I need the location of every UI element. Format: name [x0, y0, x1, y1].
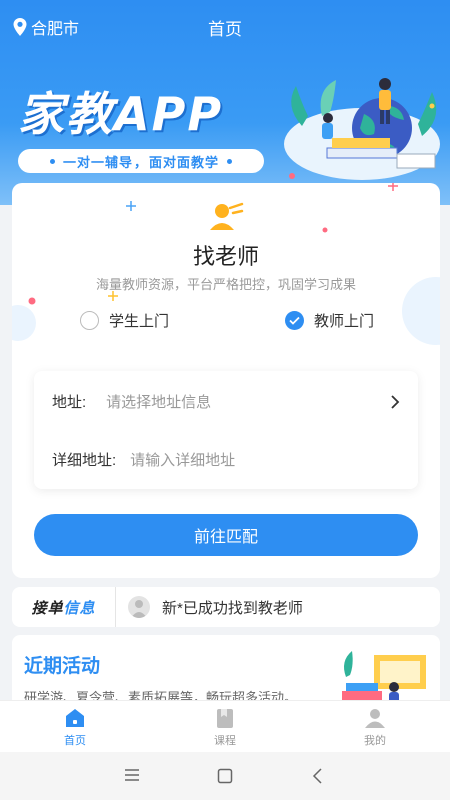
detail-address-row: 详细地址: 请输入详细地址	[52, 449, 400, 470]
avatar	[128, 596, 150, 618]
tab-mine[interactable]: 我的	[300, 707, 450, 748]
ticker-text: 新*已成功找到教老师	[162, 599, 303, 617]
detail-address-input[interactable]: 请输入详细地址	[130, 449, 235, 470]
slogan-dot	[227, 158, 233, 164]
find-teacher-card: 找老师 海量教师资源，平台严格把控，巩固学习成果 学生上门 教师上门 地址: 请…	[12, 183, 440, 578]
address-row[interactable]: 地址: 请选择地址信息	[52, 391, 400, 412]
option-teacher-visit[interactable]: 教师上门	[285, 310, 374, 331]
address-select[interactable]: 请选择地址信息	[106, 391, 211, 412]
banner-illustration	[284, 78, 440, 180]
tab-courses[interactable]: 课程	[150, 707, 300, 748]
decor-bubble	[12, 305, 36, 341]
slogan-left: 一对一辅导	[62, 154, 133, 170]
slogan-pill: 一对一辅导 ， 面对面教学	[18, 149, 264, 173]
decor-dot	[28, 297, 36, 305]
card-title: 找老师	[192, 244, 259, 269]
back-icon[interactable]	[312, 768, 324, 784]
tab-label: 课程	[214, 735, 236, 747]
option-label: 学生上门	[109, 313, 170, 330]
page-title: 首页	[208, 20, 242, 39]
radio-checked-icon	[285, 311, 304, 330]
slogan-dot	[49, 158, 55, 164]
ticker-tag-b: 信息	[63, 599, 96, 617]
ticker-tag-a: 接单	[31, 599, 64, 617]
teacher-icon	[210, 202, 244, 230]
tab-label: 首页	[64, 735, 86, 747]
home-icon	[66, 709, 84, 727]
home-square-icon[interactable]	[217, 768, 233, 784]
chevron-right-icon	[391, 394, 400, 409]
menu-icon[interactable]	[124, 768, 140, 782]
system-nav-bar	[0, 752, 450, 800]
ticker-tag: 接单 信息	[12, 587, 116, 627]
ticker-message[interactable]: 新*已成功找到教老师	[128, 596, 303, 618]
brand-logo-text: 家教APP	[18, 87, 224, 141]
top-bar: 合肥市 首页	[0, 0, 450, 52]
avatar-icon	[131, 600, 147, 618]
decor-plus	[388, 183, 398, 191]
radio-unchecked-icon	[80, 311, 99, 330]
detail-address-label: 详细地址:	[52, 452, 117, 469]
activity-section[interactable]: 近期活动 研学游、夏令营、素质拓展等，畅玩超多活动。	[12, 635, 440, 705]
address-label: 地址:	[52, 394, 87, 411]
match-button[interactable]: 前往匹配	[34, 514, 418, 556]
slogan-right: 面对面教学	[149, 154, 220, 170]
hero-banner: 合肥市 首页 家教APP 一对一辅导 ， 面对面教学	[0, 0, 450, 205]
address-form: 地址: 请选择地址信息 详细地址: 请输入详细地址	[34, 371, 418, 489]
decor-plus	[126, 201, 136, 211]
order-ticker: 接单 信息 新*已成功找到教老师	[12, 587, 440, 627]
user-icon	[365, 709, 385, 728]
option-student-visit[interactable]: 学生上门	[80, 310, 169, 331]
option-label: 教师上门	[314, 313, 375, 330]
bottom-tab-bar: 首页 课程 我的	[0, 700, 450, 752]
card-subtitle: 海量教师资源，平台严格把控，巩固学习成果	[95, 277, 356, 292]
decor-dot	[322, 227, 328, 233]
tab-home[interactable]: 首页	[0, 707, 150, 748]
book-icon	[217, 709, 233, 728]
activity-title: 近期活动	[24, 656, 101, 677]
activity-illustration	[342, 651, 426, 705]
tab-label: 我的	[364, 735, 386, 747]
